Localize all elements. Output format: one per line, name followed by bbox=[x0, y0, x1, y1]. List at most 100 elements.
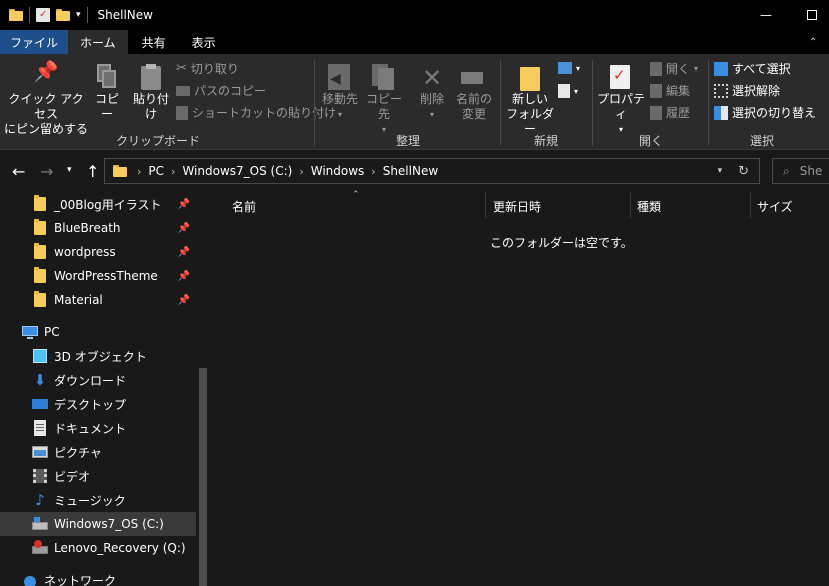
rename-label-2: 変更 bbox=[461, 107, 486, 121]
rename-button[interactable]: 名前の 変更 bbox=[452, 64, 496, 122]
nav-item-downloads[interactable]: ⬇ ダウンロード bbox=[0, 368, 196, 392]
refresh-icon[interactable]: ↻ bbox=[738, 164, 749, 179]
ribbon-collapse-icon[interactable]: ⌃ bbox=[809, 30, 829, 54]
tab-view[interactable]: 表示 bbox=[180, 30, 228, 54]
folder-icon bbox=[113, 165, 127, 177]
chevron-right-icon: › bbox=[299, 164, 304, 178]
search-box[interactable]: ⌕ She bbox=[772, 158, 829, 184]
nav-item-quick-2[interactable]: wordpress 📌 bbox=[0, 240, 196, 264]
divider bbox=[86, 7, 88, 23]
nav-item-pictures[interactable]: ピクチャ bbox=[0, 440, 196, 464]
pin-quick-access-button[interactable]: 📌 クイック アクセス にピン留めする bbox=[4, 61, 88, 137]
up-button[interactable]: ↑ bbox=[86, 162, 99, 181]
nav-item-desktop[interactable]: デスクトップ bbox=[0, 392, 196, 416]
breadcrumb-shellnew[interactable]: ShellNew bbox=[380, 164, 441, 178]
new-folder-button[interactable]: 新しい フォルダー bbox=[504, 64, 556, 137]
new-folder-icon bbox=[504, 64, 556, 92]
nav-item-3d-objects[interactable]: 3D オブジェクト bbox=[0, 344, 196, 368]
nav-pane-scrollbar[interactable] bbox=[196, 192, 210, 586]
column-header-type[interactable]: 種類 bbox=[637, 198, 661, 215]
nav-item-network[interactable]: ネットワーク bbox=[0, 568, 196, 586]
scrollbar-thumb[interactable] bbox=[199, 368, 207, 586]
select-all-label: すべて選択 bbox=[732, 62, 791, 76]
column-divider[interactable] bbox=[630, 192, 631, 218]
address-history-button[interactable]: ▾ bbox=[718, 166, 723, 176]
paste-shortcut-button[interactable]: ショートカットの貼り付け bbox=[176, 104, 336, 121]
paste-label: 貼り付け bbox=[132, 92, 169, 121]
nav-item-drive-q[interactable]: Lenovo_Recovery (Q:) bbox=[0, 536, 196, 560]
nav-item-videos[interactable]: ビデオ bbox=[0, 464, 196, 488]
recent-locations-button[interactable]: ▾ bbox=[67, 165, 72, 175]
nav-item-pc[interactable]: PC bbox=[0, 320, 196, 344]
pin-icon: 📌 bbox=[177, 246, 190, 258]
column-divider[interactable] bbox=[485, 192, 486, 218]
paste-button[interactable]: 貼り付け bbox=[128, 64, 174, 122]
back-button[interactable]: ← bbox=[12, 162, 25, 181]
search-icon: ⌕ bbox=[783, 163, 790, 178]
select-none-button[interactable]: 選択解除 bbox=[714, 82, 780, 99]
tab-home[interactable]: ホーム bbox=[68, 30, 128, 54]
arrow-up-icon: ↑ bbox=[86, 162, 100, 181]
copy-to-label: コピー先 bbox=[365, 92, 402, 121]
new-item-button[interactable]: ▾ bbox=[558, 62, 580, 74]
nav-item-label: Windows7_OS (C:) bbox=[54, 517, 164, 531]
nav-item-drive-c[interactable]: Windows7_OS (C:) bbox=[0, 512, 196, 536]
invert-selection-button[interactable]: 選択の切り替え bbox=[714, 104, 816, 121]
customize-quick-access-icon[interactable]: ▾ bbox=[76, 10, 81, 20]
move-to-label: 移動先 bbox=[321, 92, 358, 106]
nav-item-quick-4[interactable]: Material 📌 bbox=[0, 288, 196, 312]
easy-access-button[interactable]: ▾ bbox=[558, 84, 578, 98]
breadcrumb-drive[interactable]: Windows7_OS (C:) bbox=[179, 164, 295, 178]
video-icon bbox=[32, 468, 48, 484]
column-header-modified[interactable]: 更新日時 bbox=[493, 198, 541, 215]
chevron-down-icon: ▾ bbox=[337, 110, 342, 119]
maximize-button[interactable] bbox=[789, 0, 829, 30]
select-none-label: 選択解除 bbox=[732, 84, 781, 98]
column-divider[interactable] bbox=[750, 192, 751, 218]
edit-button[interactable]: 編集 bbox=[650, 82, 690, 99]
folder-icon bbox=[32, 195, 48, 212]
nav-item-documents[interactable]: ドキュメント bbox=[0, 416, 196, 440]
column-header-name[interactable]: 名前 bbox=[232, 198, 256, 215]
history-label: 履歴 bbox=[666, 106, 691, 120]
folder-icon bbox=[32, 267, 48, 284]
pin-icon: 📌 bbox=[177, 270, 190, 282]
folder-icon bbox=[32, 291, 48, 308]
nav-item-label: Material bbox=[54, 293, 103, 307]
address-bar[interactable]: › PC › Windows7_OS (C:) › Windows › Shel… bbox=[104, 158, 760, 184]
move-to-button[interactable]: ◀ 移動先 ▾ bbox=[318, 64, 362, 122]
cut-button[interactable]: ✂ 切り取り bbox=[176, 60, 239, 77]
open-button[interactable]: 開く ▾ bbox=[650, 60, 698, 77]
copy-button[interactable]: コピー bbox=[90, 64, 124, 122]
history-button[interactable]: 履歴 bbox=[650, 104, 690, 121]
breadcrumb-pc[interactable]: PC bbox=[145, 164, 167, 178]
properties-button[interactable]: ✓ プロパティ ▾ bbox=[596, 64, 646, 137]
new-folder-quick-icon[interactable] bbox=[56, 9, 70, 21]
nav-item-label: デスクトップ bbox=[54, 397, 127, 412]
open-label: 開く bbox=[666, 62, 691, 76]
tab-file[interactable]: ファイル bbox=[0, 30, 69, 54]
column-header-size[interactable]: サイズ bbox=[757, 198, 793, 215]
edit-label: 編集 bbox=[666, 84, 691, 98]
delete-icon: ✕ bbox=[421, 64, 443, 92]
nav-item-quick-3[interactable]: WordPressTheme 📌 bbox=[0, 264, 196, 288]
empty-folder-message: このフォルダーは空です。 bbox=[490, 236, 633, 250]
chevron-down-icon: ▾ bbox=[576, 63, 581, 73]
nav-item-quick-0[interactable]: _00Blog用イラスト 📌 bbox=[0, 192, 196, 216]
properties-quick-icon[interactable]: ✓ bbox=[36, 8, 50, 22]
nav-item-music[interactable]: ♪ ミュージック bbox=[0, 488, 196, 512]
delete-button[interactable]: ✕ 削除 ▾ bbox=[414, 64, 450, 122]
chevron-down-icon: ▾ bbox=[67, 165, 72, 175]
breadcrumb-windows[interactable]: Windows bbox=[308, 164, 368, 178]
easy-access-icon bbox=[558, 84, 570, 98]
copy-path-button[interactable]: パスのコピー bbox=[176, 82, 266, 99]
tab-share[interactable]: 共有 bbox=[128, 30, 180, 54]
divider bbox=[500, 60, 501, 146]
forward-button[interactable]: → bbox=[40, 162, 53, 181]
minimize-button[interactable]: — bbox=[743, 0, 789, 30]
rename-icon bbox=[452, 64, 496, 92]
select-all-button[interactable]: すべて選択 bbox=[714, 60, 791, 77]
rename-label-1: 名前の bbox=[455, 92, 492, 106]
nav-item-quick-1[interactable]: BlueBreath 📌 bbox=[0, 216, 196, 240]
copy-to-button[interactable]: コピー先 ▾ bbox=[362, 64, 406, 137]
